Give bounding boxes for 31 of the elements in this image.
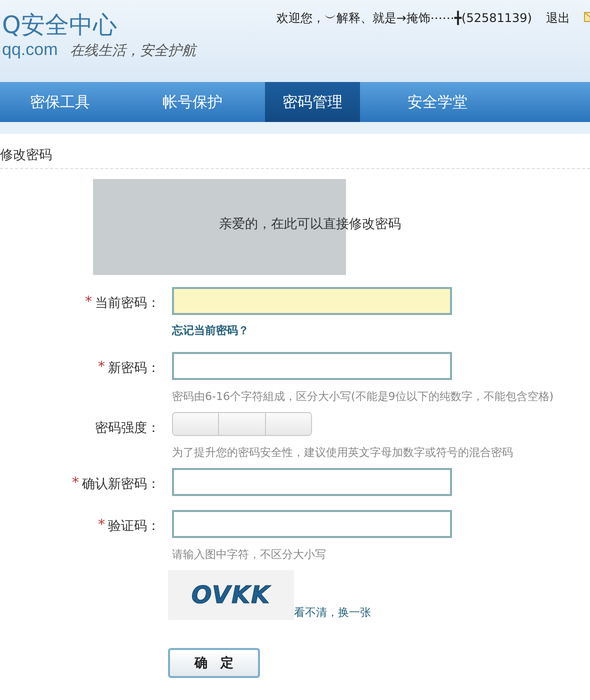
welcome-text: 欢迎您，︶解释、就是→掩饰⋯⋯╋(52581139) <box>276 10 532 27</box>
input-field[interactable] <box>172 510 452 538</box>
confirm-button[interactable]: 确 定 <box>168 648 260 678</box>
nav-tab[interactable]: 安全学堂 <box>360 82 515 122</box>
required-mark: * <box>98 359 105 377</box>
hint-text: 为了提升您的密码安全性，建议使用英文字母加数字或符号的混合密码 <box>172 445 513 460</box>
site-domain: qq.com <box>2 40 58 60</box>
hint-text: 请输入图中字符，不区分大小写 <box>172 547 327 562</box>
input-field[interactable] <box>172 352 452 380</box>
forgot-password-link[interactable]: 忘记当前密码？ <box>172 323 452 338</box>
refresh-captcha-link[interactable]: 看不清，换一张 <box>294 605 371 620</box>
required-mark: * <box>85 294 92 312</box>
logout-link[interactable]: 退出 <box>546 10 570 27</box>
logo-text: Q安全中心 <box>2 10 118 40</box>
slogan: 在线生活，安全护航 <box>70 42 196 60</box>
field-label: 新密码： <box>108 360 160 377</box>
nav-tab[interactable]: 密保工具 <box>0 82 120 122</box>
nav-tab[interactable]: 密码管理 <box>265 82 360 122</box>
section-title: 修改密码 <box>0 148 52 163</box>
field-label: 当前密码： <box>95 295 160 312</box>
required-mark: * <box>72 475 79 493</box>
field-label: 确认新密码： <box>82 476 160 493</box>
nav-tab[interactable]: 帐号保护 <box>120 82 265 122</box>
notice-text: 亲爱的，在此可以直接修改密码 <box>219 216 401 233</box>
required-mark: * <box>98 517 105 535</box>
hint-text: 密码由6-16个字符組成，区分大小写(不能是9位以下的纯数字，不能包含空格) <box>172 389 554 404</box>
field-label: 验证码： <box>108 518 160 535</box>
input-field[interactable] <box>172 468 452 496</box>
captcha-image: OVKK <box>168 570 294 620</box>
field-label: 密码强度： <box>95 420 160 437</box>
input-field[interactable] <box>172 287 452 315</box>
